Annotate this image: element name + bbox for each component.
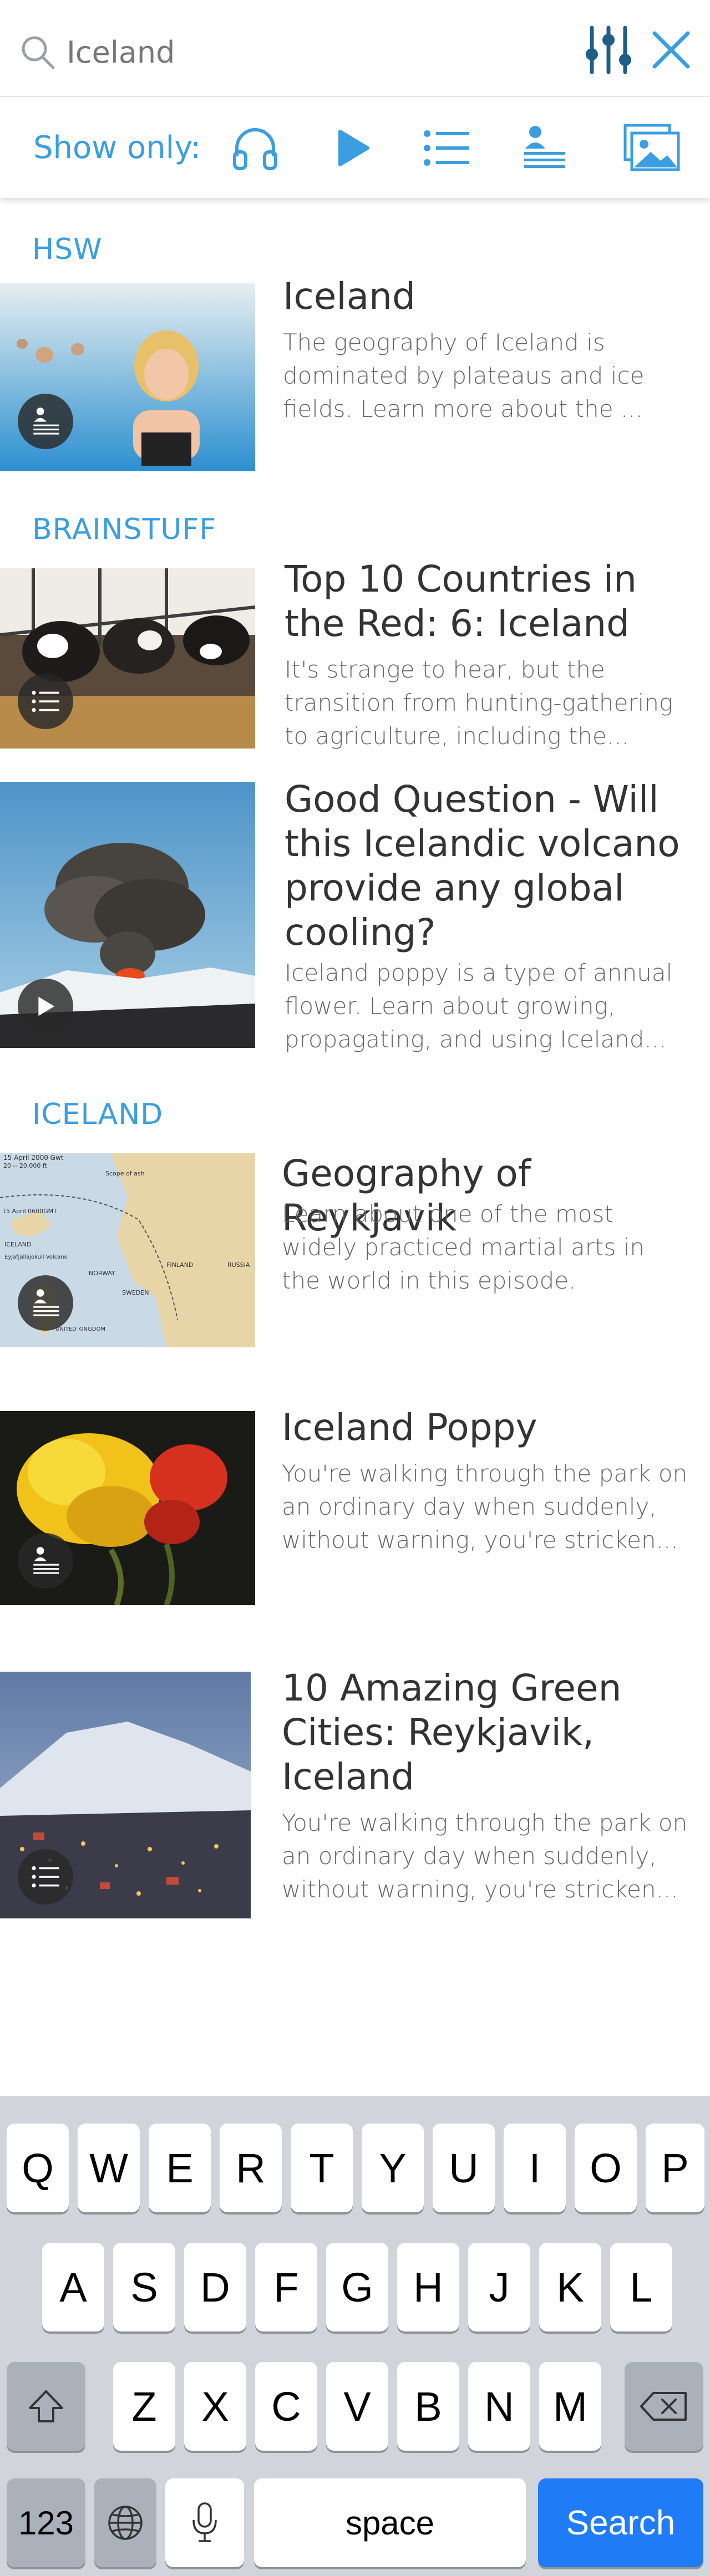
onscreen-keyboard: Q W E R T Y U I O P A S D F G H J K L Z … [0,2096,710,2576]
show-only-label: Show only: [33,130,201,166]
result-thumbnail [0,1672,251,1918]
map-label-finland: FINLAND [166,1261,193,1269]
key-f[interactable]: F [255,2243,317,2331]
close-icon[interactable] [646,25,696,75]
result-description: It's strange to hear, but the transition… [285,656,673,750]
key-v[interactable]: V [326,2362,388,2451]
key-u[interactable]: U [433,2124,495,2212]
map-label-plume: Scope of ash [105,1170,145,1177]
key-g[interactable]: G [326,2243,388,2331]
filter-sliders-icon[interactable] [584,22,633,78]
delete-key[interactable] [625,2362,703,2451]
section-label-iceland: ICELAND [32,1098,164,1131]
result-description: You're walking through the park on an or… [282,1809,688,1903]
filter-video-button[interactable] [322,120,383,176]
result-thumbnail [0,782,255,1048]
media-type-badge [18,1849,73,1905]
key-z[interactable]: Z [113,2362,175,2451]
key-o[interactable]: O [575,2124,637,2212]
filter-list-button[interactable] [416,120,477,176]
key-h[interactable]: H [397,2243,459,2331]
result-title[interactable]: Top 10 Countries in the Red: 6: Iceland [285,557,695,646]
section-label-hsw: HSW [32,233,103,266]
numbers-key[interactable]: 123 [7,2478,85,2567]
map-label-volcano: Eyjafjallajokull Volcano [4,1254,68,1260]
article-icon [33,408,59,435]
globe-icon [108,2506,143,2540]
result-thumbnail [0,283,255,471]
map-label-russia: RUSSIA [227,1261,250,1269]
key-b[interactable]: B [397,2362,459,2451]
search-input[interactable]: Iceland [67,33,175,72]
microphone-key[interactable] [165,2478,244,2567]
result-title[interactable]: 10 Amazing Green Cities: Reykjavik, Icel… [282,1666,692,1799]
search-icon [22,36,55,69]
list-icon [424,130,469,166]
result-description: The geography of Iceland is dominated by… [283,329,645,422]
shift-key[interactable] [7,2362,85,2451]
gallery-icon [623,124,679,171]
media-type-badge [18,979,73,1034]
key-s[interactable]: S [113,2243,175,2331]
list-icon [32,1866,59,1888]
media-type-badge [18,1533,73,1589]
key-c[interactable]: C [255,2362,317,2451]
key-x[interactable]: X [184,2362,246,2451]
article-icon [33,1289,59,1316]
space-key[interactable]: space [254,2478,526,2567]
search-bar: Iceland [0,0,710,97]
result-title[interactable]: Good Question - Will this Icelandic volc… [285,777,695,955]
filter-article-button[interactable] [513,120,574,176]
key-p[interactable]: P [646,2124,704,2212]
result-thumbnail [0,1411,255,1605]
article-icon [524,126,565,168]
key-j[interactable]: J [468,2243,530,2331]
filter-gallery-button[interactable] [621,120,682,176]
key-t[interactable]: T [291,2124,353,2212]
map-label-iceland: ICELAND [4,1241,31,1248]
key-l[interactable]: L [610,2243,672,2331]
microphone-icon [192,2502,217,2542]
search-key[interactable]: Search [538,2478,703,2567]
result-title[interactable]: Iceland [283,274,688,319]
map-label-top: 15 April 2000 Gwt [3,1154,64,1162]
map-label-sweden: SWEDEN [122,1289,149,1296]
result-description: You're walking through the park on an or… [282,1460,688,1554]
play-icon [38,996,55,1016]
key-y[interactable]: Y [362,2124,424,2212]
article-icon [33,1547,59,1574]
map-label-date: 15 April 0600GMT [2,1208,57,1215]
result-description: Learn about one of the most widely pract… [282,1200,645,1294]
key-e[interactable]: E [149,2124,211,2212]
key-d[interactable]: D [184,2243,246,2331]
key-k[interactable]: K [539,2243,601,2331]
filter-bar: Show only: [0,98,710,198]
list-icon [32,690,59,712]
headphones-icon [233,128,277,170]
key-q[interactable]: Q [7,2124,69,2212]
shift-icon [29,2390,63,2422]
media-type-badge [18,1275,73,1331]
result-thumbnail: 15 April 2000 Gwt 20 -- 20,000 ft Scope … [0,1153,255,1347]
play-icon [338,130,369,166]
media-type-badge [18,394,73,449]
key-n[interactable]: N [468,2362,530,2451]
filter-audio-button[interactable] [225,120,286,176]
result-thumbnail [0,568,255,749]
key-i[interactable]: I [504,2124,566,2212]
backspace-icon [640,2392,687,2421]
section-label-brainstuff: BRAINSTUFF [32,513,217,546]
result-description: Iceland poppy is a type of annual flower… [285,959,673,1053]
map-label-uk: UNITED KINGDOM [55,1326,105,1332]
key-w[interactable]: W [78,2124,140,2212]
globe-key[interactable] [94,2478,156,2567]
map-label-norway: NORWAY [89,1270,115,1277]
map-label-range: 20 -- 20,000 ft [3,1162,48,1169]
key-m[interactable]: M [539,2362,601,2451]
result-title[interactable]: Iceland Poppy [282,1406,692,1450]
key-r[interactable]: R [220,2124,282,2212]
key-a[interactable]: A [42,2243,104,2331]
media-type-badge [18,674,73,729]
